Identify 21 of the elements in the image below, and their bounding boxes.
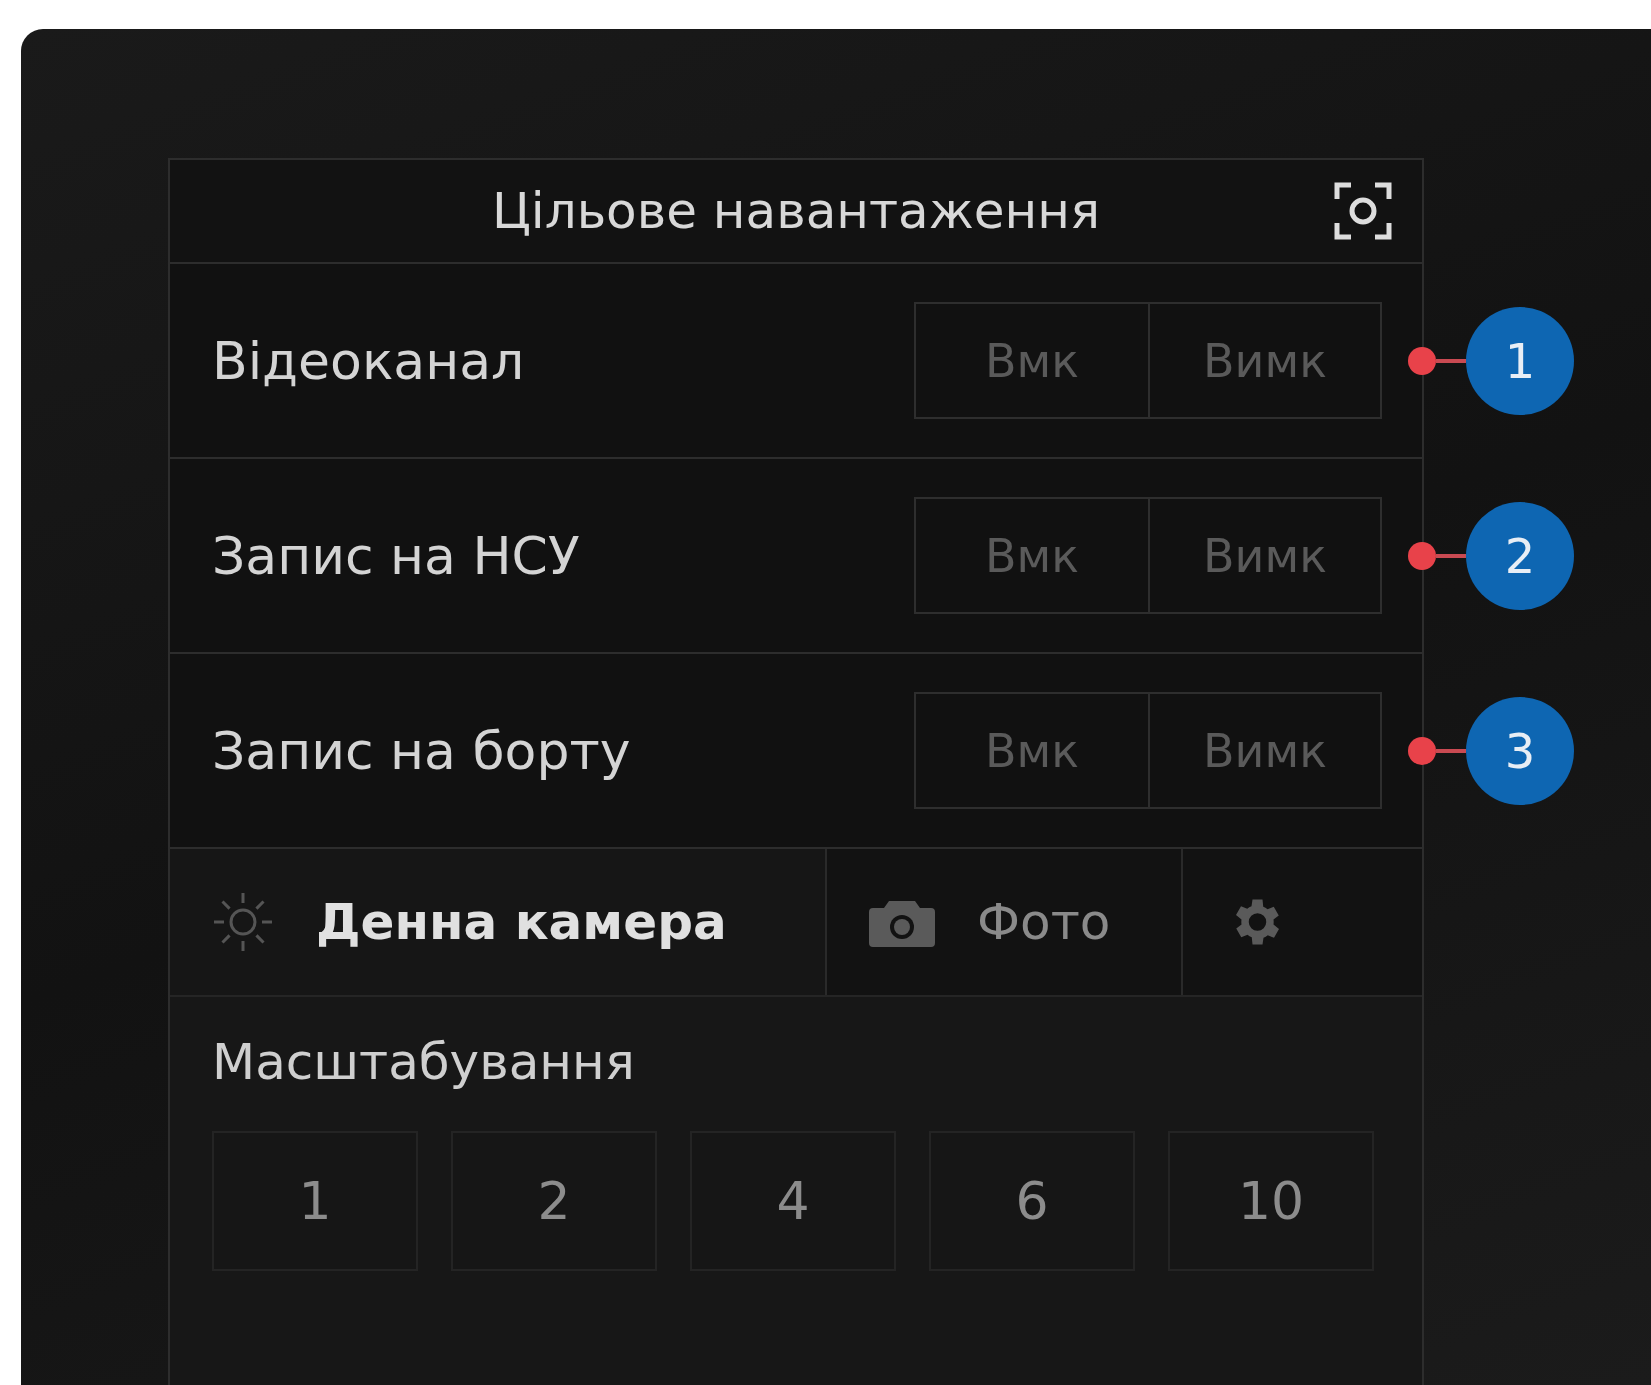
toggle-option[interactable]: Вмк: [916, 304, 1148, 417]
toggle-option[interactable]: Вмк: [916, 694, 1148, 807]
setting-label: Відеоканал: [212, 330, 525, 391]
zoom-level-button[interactable]: 6: [929, 1131, 1135, 1271]
toggle-option[interactable]: Вимк: [1148, 304, 1380, 417]
setting-label: Запис на борту: [212, 720, 631, 781]
zoom-level-button[interactable]: 1: [212, 1131, 418, 1271]
camera-title: Денна камера: [316, 893, 727, 951]
photo-button[interactable]: Фото: [825, 849, 1181, 995]
zoom-level-button[interactable]: 4: [690, 1131, 896, 1271]
toggle-option[interactable]: Вимк: [1148, 694, 1380, 807]
callout-number: 2: [1466, 501, 1574, 610]
panel-title: Цільове навантаження: [492, 182, 1100, 240]
zoom-level-button[interactable]: 10: [1168, 1131, 1374, 1271]
toggle-option[interactable]: Вмк: [916, 499, 1148, 612]
zoom-level-button[interactable]: 2: [451, 1131, 657, 1271]
callout-number: 3: [1466, 696, 1574, 805]
setting-label: Запис на НСУ: [212, 525, 580, 586]
callout-number: 1: [1466, 306, 1574, 415]
toggle-option[interactable]: Вимк: [1148, 499, 1380, 612]
zoom-label: Масштабування: [212, 1033, 636, 1091]
